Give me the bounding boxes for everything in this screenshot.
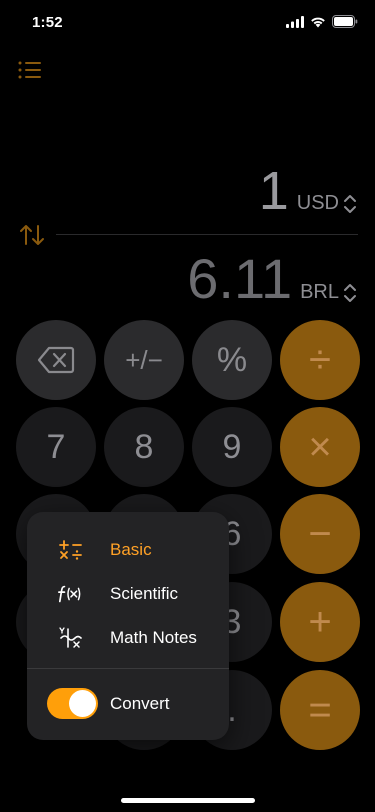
output-value: 6.11 (187, 247, 293, 310)
list-icon[interactable] (17, 58, 43, 82)
menu-item-scientific-label: Scientific (110, 584, 179, 603)
menu-item-math-notes-label: Math Notes (110, 628, 197, 647)
minus-button[interactable]: − (280, 494, 360, 574)
sign-toggle-button[interactable]: +/− (104, 320, 184, 400)
menu-item-basic[interactable]: Basic (27, 532, 229, 568)
divide-button[interactable]: ÷ (280, 320, 360, 400)
plus-button[interactable]: + (280, 582, 360, 662)
chevron-up-down-icon (344, 194, 356, 213)
equals-button[interactable]: = (280, 670, 360, 750)
digit-8-button[interactable]: 8 (104, 407, 184, 487)
input-display: 1 USD (259, 160, 357, 222)
input-currency-picker[interactable]: USD (297, 192, 357, 215)
menu-separator (27, 668, 229, 669)
multiply-button[interactable]: × (280, 407, 360, 487)
battery-icon (332, 15, 358, 28)
convert-toggle[interactable] (47, 688, 98, 719)
chevron-up-down-icon (344, 283, 356, 302)
delete-backward-icon (37, 346, 75, 374)
swap-icon[interactable] (18, 222, 46, 248)
digit-7-button[interactable]: 7 (16, 407, 96, 487)
output-currency-code: BRL (300, 281, 339, 303)
percent-button[interactable]: % (192, 320, 272, 400)
wifi-icon (311, 17, 325, 27)
function-icon (57, 581, 85, 607)
display-divider (56, 234, 358, 235)
menu-item-scientific[interactable]: Scientific (27, 576, 229, 612)
status-bar: 1:52 (0, 0, 375, 44)
cellular-signal-icon (286, 15, 304, 28)
menu-item-basic-label: Basic (110, 540, 152, 559)
digit-9-button[interactable]: 9 (192, 407, 272, 487)
home-indicator[interactable] (121, 798, 255, 803)
output-currency-picker[interactable]: BRL (300, 281, 357, 304)
input-value: 1 (258, 161, 289, 221)
input-currency-code: USD (296, 192, 339, 214)
basic-ops-icon (57, 537, 85, 563)
backspace-button[interactable] (16, 320, 96, 400)
convert-label: Convert (110, 694, 170, 713)
toggle-knob (69, 690, 96, 717)
calculator-mode-menu: Basic Scientific Math Notes Convert (27, 512, 229, 740)
status-icons (286, 15, 358, 28)
output-display: 6.11 BRL (187, 246, 357, 311)
status-time: 1:52 (32, 14, 63, 31)
math-notes-icon (57, 625, 85, 651)
menu-item-math-notes[interactable]: Math Notes (27, 620, 229, 656)
